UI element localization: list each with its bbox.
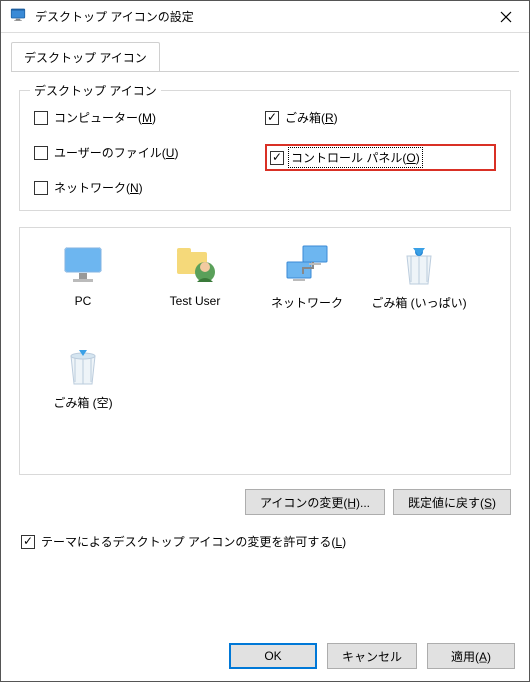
change-icon-button[interactable]: アイコンの変更(H̲)... <box>245 489 385 515</box>
checkbox-icon <box>270 151 284 165</box>
icon-item-pc[interactable]: PC <box>30 242 136 342</box>
checkbox-label: ユーザーのファイル(U) <box>54 144 178 161</box>
checkbox-recyclebin[interactable]: ごみ箱(R) <box>265 109 496 126</box>
icon-preview-box: PC Test User ネットワーク ごみ箱 (いっぱい) ごみ箱 (空) <box>19 227 511 475</box>
checkbox-label: ネットワーク(N) <box>54 179 143 196</box>
checkbox-allow-theme[interactable]: テーマによるデスクトップ アイコンの変更を許可する(L) <box>21 533 511 550</box>
icon-item-network[interactable]: ネットワーク <box>254 242 360 342</box>
icon-item-user[interactable]: Test User <box>142 242 248 342</box>
checkbox-icon <box>34 181 48 195</box>
icon-item-recyclebin-full[interactable]: ごみ箱 (いっぱい) <box>366 242 472 342</box>
checkbox-label: コンピューター(M) <box>54 109 156 126</box>
checkbox-label: テーマによるデスクトップ アイコンの変更を許可する(L) <box>41 533 346 550</box>
tab-divider <box>11 71 519 72</box>
app-icon <box>9 6 27 27</box>
window-title: デスクトップ アイコンの設定 <box>35 8 483 25</box>
checkbox-icon <box>34 111 48 125</box>
icon-label: ごみ箱 (いっぱい) <box>371 294 466 311</box>
icon-label: ごみ箱 (空) <box>53 394 112 411</box>
icon-label: ネットワーク <box>271 294 343 311</box>
tab-desktop-icons[interactable]: デスクトップ アイコン <box>11 42 160 71</box>
titlebar: デスクトップ アイコンの設定 <box>1 1 529 33</box>
icon-label: Test User <box>170 294 221 308</box>
checkbox-icon <box>265 111 279 125</box>
checkbox-userfiles[interactable]: ユーザーのファイル(U) <box>34 144 265 161</box>
group-title: デスクトップ アイコン <box>30 82 161 99</box>
tab-bar: デスクトップ アイコン <box>11 43 519 71</box>
desktop-icons-group: デスクトップ アイコン コンピューター(M) ユーザーのファイル(U) ネットワ… <box>19 90 511 211</box>
checkbox-controlpanel[interactable]: コントロール パネル(O) <box>270 149 421 166</box>
icon-label: PC <box>75 294 92 308</box>
apply-button[interactable]: 適用(A̲) <box>427 643 515 669</box>
icon-item-recyclebin-empty[interactable]: ごみ箱 (空) <box>30 342 136 442</box>
checkbox-label: ごみ箱(R) <box>285 109 338 126</box>
highlight-box: コントロール パネル(O) <box>265 144 496 171</box>
checkbox-icon <box>34 146 48 160</box>
checkbox-computer[interactable]: コンピューター(M) <box>34 109 265 126</box>
ok-button[interactable]: OK <box>229 643 317 669</box>
reset-default-button[interactable]: 既定値に戻す(S̲) <box>393 489 511 515</box>
checkbox-icon <box>21 535 35 549</box>
checkbox-network[interactable]: ネットワーク(N) <box>34 179 265 196</box>
checkbox-label: コントロール パネル(O) <box>290 149 421 166</box>
close-button[interactable] <box>483 1 529 33</box>
cancel-button[interactable]: キャンセル <box>327 643 417 669</box>
